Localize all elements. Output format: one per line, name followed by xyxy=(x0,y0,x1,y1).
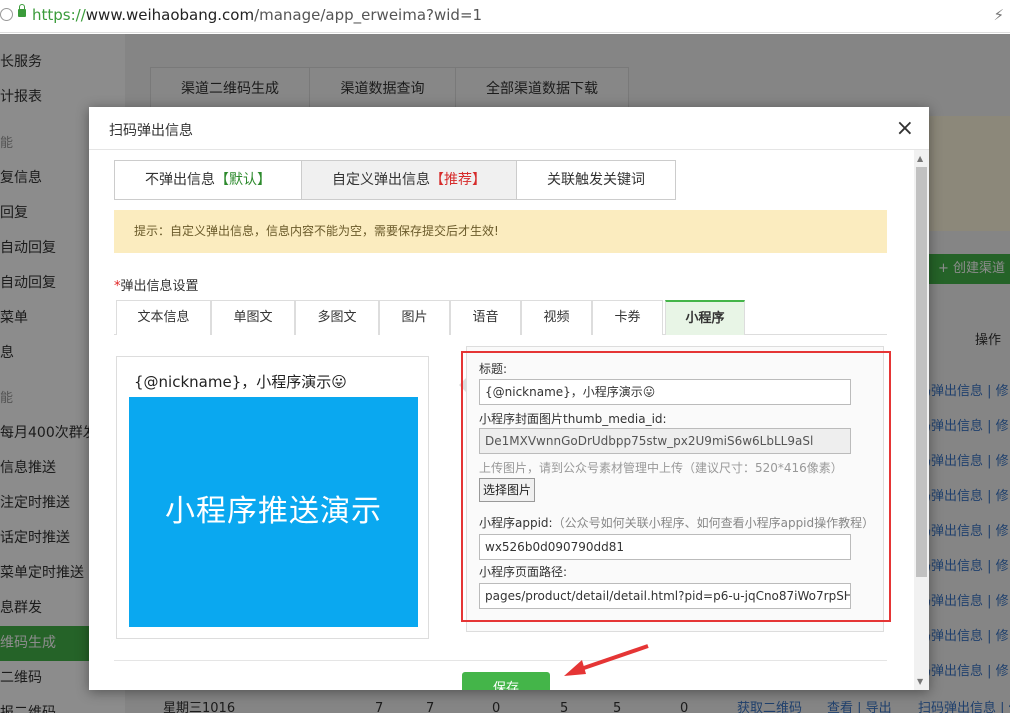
url-scheme: https:// xyxy=(32,6,86,24)
recommended-tag: 【推荐】 xyxy=(430,172,486,188)
tab-text[interactable]: 文本信息 xyxy=(116,300,211,335)
footer-divider xyxy=(114,660,887,661)
tab-miniprogram[interactable]: 小程序 xyxy=(665,300,745,335)
tab-custom-popup[interactable]: 自定义弹出信息【推荐】 xyxy=(302,161,517,199)
tab-multi-article[interactable]: 多图文 xyxy=(295,300,379,335)
close-icon[interactable]: × xyxy=(896,116,914,141)
save-button[interactable]: 保存 xyxy=(462,672,550,690)
tab-no-popup[interactable]: 不弹出信息【默认】 xyxy=(115,161,302,199)
modal-title: 扫码弹出信息 xyxy=(109,123,193,139)
settings-label-text: 弹出信息设置 xyxy=(120,279,199,294)
lock-icon xyxy=(18,4,26,17)
tab-single-article[interactable]: 单图文 xyxy=(211,300,295,335)
tab-video[interactable]: 视频 xyxy=(521,300,592,335)
tab-no-popup-label: 不弹出信息 xyxy=(145,172,215,188)
scroll-thumb[interactable] xyxy=(916,167,927,577)
modal-header: 扫码弹出信息 × xyxy=(89,107,929,150)
settings-label: *弹出信息设置 xyxy=(114,275,199,294)
browser-address-bar[interactable]: https://www.weihaobang.com/manage/app_er… xyxy=(0,0,1010,33)
tab-coupon[interactable]: 卡券 xyxy=(592,300,663,335)
globe-icon xyxy=(0,8,13,21)
tab-custom-popup-label: 自定义弹出信息 xyxy=(332,172,430,188)
popup-mode-tabs: 不弹出信息【默认】 自定义弹出信息【推荐】 关联触发关键词 xyxy=(114,160,676,200)
default-tag: 【默认】 xyxy=(215,172,271,188)
url-path: /manage/app_erweima?wid=1 xyxy=(254,6,483,24)
scroll-up-icon[interactable]: ▲ xyxy=(917,154,923,163)
preview-title: {@nickname}，小程序演示😛 xyxy=(134,373,347,391)
url-text[interactable]: https://www.weihaobang.com/manage/app_er… xyxy=(32,6,482,24)
modal-scrollbar[interactable]: ▲ ▼ xyxy=(914,150,929,690)
modal-body: 不弹出信息【默认】 自定义弹出信息【推荐】 关联触发关键词 提示：自定义弹出信息… xyxy=(89,150,914,690)
preview-image: 小程序推送演示 xyxy=(129,397,418,627)
annotation-highlight-box xyxy=(461,351,891,622)
annotation-arrow-icon xyxy=(564,644,649,676)
lightning-icon[interactable]: ⚡ xyxy=(993,6,1004,24)
tab-keyword-trigger[interactable]: 关联触发关键词 xyxy=(517,161,675,199)
tab-voice[interactable]: 语音 xyxy=(450,300,521,335)
scroll-down-icon[interactable]: ▼ xyxy=(917,677,923,686)
url-host: www.weihaobang.com xyxy=(85,6,255,24)
message-preview: {@nickname}，小程序演示😛 小程序推送演示 xyxy=(116,356,429,639)
message-type-tabs: 文本信息 单图文 多图文 图片 语音 视频 卡券 小程序 xyxy=(114,300,887,335)
tab-image[interactable]: 图片 xyxy=(379,300,450,335)
tip-banner: 提示：自定义弹出信息，信息内容不能为空，需要保存提交后才生效! xyxy=(114,210,887,253)
scan-popup-modal: 扫码弹出信息 × 不弹出信息【默认】 自定义弹出信息【推荐】 关联触发关键词 提… xyxy=(89,107,929,690)
